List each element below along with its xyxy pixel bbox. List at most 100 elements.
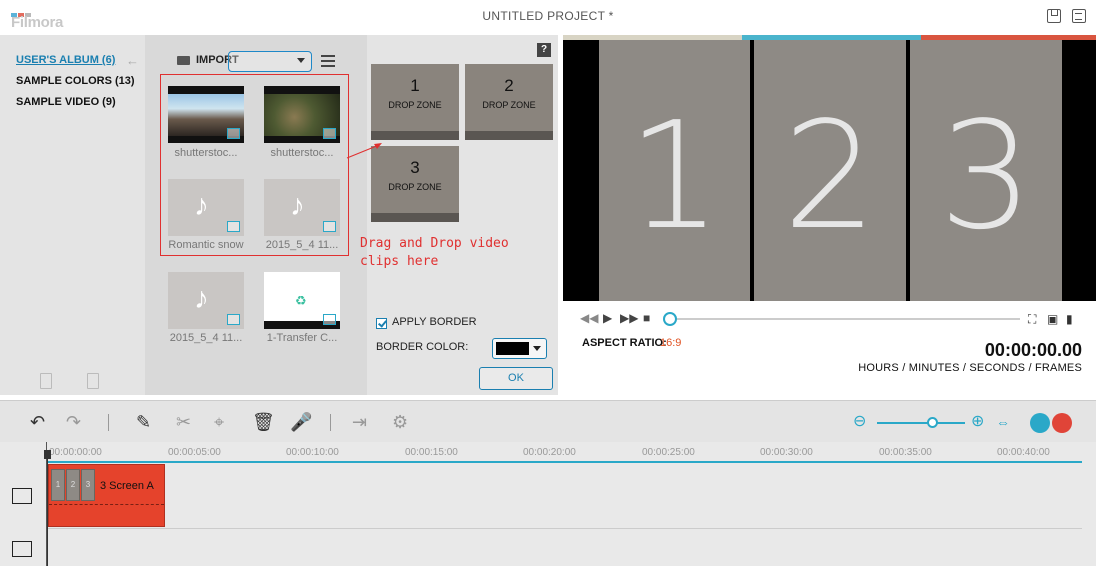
apply-border-checkbox[interactable] [376,318,387,329]
border-color-swatch [496,342,529,355]
zoom-slider-handle[interactable] [927,417,938,428]
music-note-icon: ♪ [194,189,209,222]
ruler-tick: 00:00:30:00 [760,447,813,458]
music-note-icon: ♪ [290,189,305,222]
edit-pencil-icon[interactable]: ✎ [136,412,151,432]
ruler-tick: 00:00:40:00 [997,447,1050,458]
split-icon[interactable]: ✂ [176,412,191,432]
media-thumb-audio-1[interactable]: ♪ [168,179,244,236]
edit-toolbar: ↶ ↷ ✎ ✂ ⌖ 🗑 🎤 ⇥ ⚙ ⊖ ⊕ ⇔ [0,400,1096,442]
save-icon[interactable] [1047,9,1061,23]
import-dropdown[interactable] [228,51,312,72]
stop-icon[interactable]: ■ [643,311,650,325]
media-label: shutterstoc... [270,147,334,159]
preview-panel-1: 1 [599,40,750,301]
zoom-slider[interactable] [877,422,965,424]
undo-icon[interactable]: ↶ [30,412,45,432]
media-label: shutterstoc... [174,147,238,159]
crop-icon[interactable]: ⌖ [214,412,224,432]
media-label: 2015_5_4 11... [265,239,339,251]
annotation-arrow [346,143,382,159]
snapshot-icon[interactable]: ▣ [1047,312,1058,326]
settings-icon[interactable]: ⚙ [392,412,408,432]
add-album-icon[interactable] [40,373,52,389]
aspect-ratio-value[interactable]: 16:9 [660,337,681,349]
media-thumb-audio-2[interactable]: ♪ [264,179,340,236]
zoom-out-icon[interactable]: ⊖ [853,412,866,432]
project-title: UNTITLED PROJECT * [482,9,614,23]
drop-zone-1[interactable]: 1 DROP ZONE [371,64,459,140]
drop-zone-number: 1 [410,76,420,95]
drop-zone-label: DROP ZONE [482,100,536,110]
remove-album-icon[interactable] [87,373,99,389]
scene-detect-icon[interactable]: ⇥ [352,412,367,432]
collapse-arrow-icon[interactable]: ← [126,53,139,68]
media-label: 2015_5_4 11... [169,332,243,344]
ruler-tick: 00:00:10:00 [286,447,339,458]
media-label: 1-Transfer C... [266,332,338,344]
media-thumb-video-1[interactable] [168,86,244,143]
media-thumb-video-2[interactable] [264,86,340,143]
ruler-tick: 00:00:00:00 [49,447,102,458]
time-ruler[interactable]: 00:00:00:00 00:00:05:00 00:00:10:00 00:0… [47,442,1096,464]
border-color-label: BORDER COLOR: [376,341,469,353]
timeline-mode-button[interactable] [1030,413,1050,433]
menu-icon[interactable] [1072,9,1086,23]
recycle-icon: ♻ [295,293,307,308]
zoom-in-icon[interactable]: ⊕ [971,412,984,432]
panel-number: 3 [938,90,1034,262]
fast-forward-icon[interactable]: ▶▶ [620,311,638,325]
drop-zone-number: 3 [410,158,420,177]
video-viewer[interactable]: 1 2 3 [563,35,1096,301]
media-label: Romantic snow [168,239,244,251]
clip-thumb: 1 [51,469,65,501]
voiceover-mic-icon[interactable]: 🎤 [290,412,312,432]
redo-icon[interactable]: ↷ [66,412,81,432]
advanced-mode-button[interactable] [1052,413,1072,433]
audio-badge-icon [323,221,336,232]
track-headers [0,442,47,566]
panel-number: 1 [627,90,722,262]
panel-number: 2 [782,90,878,262]
drop-zone-2[interactable]: 2 DROP ZONE [465,64,553,140]
play-icon[interactable]: ▶ [603,311,612,325]
clip-title: 3 Screen A [100,480,154,492]
ruler-tick: 00:00:35:00 [879,447,932,458]
rewind-icon[interactable]: ◀◀ [580,311,598,325]
timecode-units: HOURS / MINUTES / SECONDS / FRAMES [858,362,1082,374]
apply-border-label: APPLY BORDER [392,316,477,328]
video-track-icon [12,488,32,504]
seek-bar[interactable] [670,318,1020,320]
media-library: IMPORT shutterstoc... shutterstoc... ♪ R… [145,35,367,395]
timecode: 00:00:00.00 [984,340,1082,360]
chevron-down-icon [297,58,305,63]
preview-panel-3: 3 [910,40,1062,301]
playhead[interactable] [44,450,51,566]
ruler-tick: 00:00:20:00 [523,447,576,458]
fit-timeline-icon[interactable]: ⇔ [996,412,1010,432]
ruler-tick: 00:00:25:00 [642,447,695,458]
folder-icon [177,56,190,65]
seek-handle[interactable] [663,312,677,326]
music-note-icon: ♪ [194,282,209,315]
delete-icon[interactable]: 🗑 [252,412,275,432]
help-button[interactable]: ? [537,43,551,57]
audio-badge-icon [227,314,240,325]
list-view-icon[interactable] [321,55,335,67]
ok-button[interactable]: OK [479,367,553,390]
clip-thumb: 3 [81,469,95,501]
clip-thumb: 2 [66,469,80,501]
media-thumb-transfer[interactable]: ♻ [264,272,340,329]
fullscreen-icon[interactable]: ⛶ [1028,312,1036,327]
album-sample-colors[interactable]: SAMPLE COLORS (13) [16,75,135,87]
audio-badge-icon [227,221,240,232]
drop-zone-label: DROP ZONE [388,182,442,192]
border-color-picker[interactable] [492,338,547,359]
volume-icon[interactable]: ▮ [1066,312,1073,326]
preview-panel: 1 2 3 ◀◀ ▶ ▶▶ ■ ⛶ ▣ ▮ ASPECT RATIO: 16:9… [558,35,1096,395]
album-users[interactable]: USER'S ALBUM (6) [16,54,115,66]
video-badge-icon [323,128,336,139]
album-sample-video[interactable]: SAMPLE VIDEO (9) [16,96,116,108]
media-thumb-audio-3[interactable]: ♪ [168,272,244,329]
timeline-clip[interactable]: 1 2 3 3 Screen A [48,464,165,527]
